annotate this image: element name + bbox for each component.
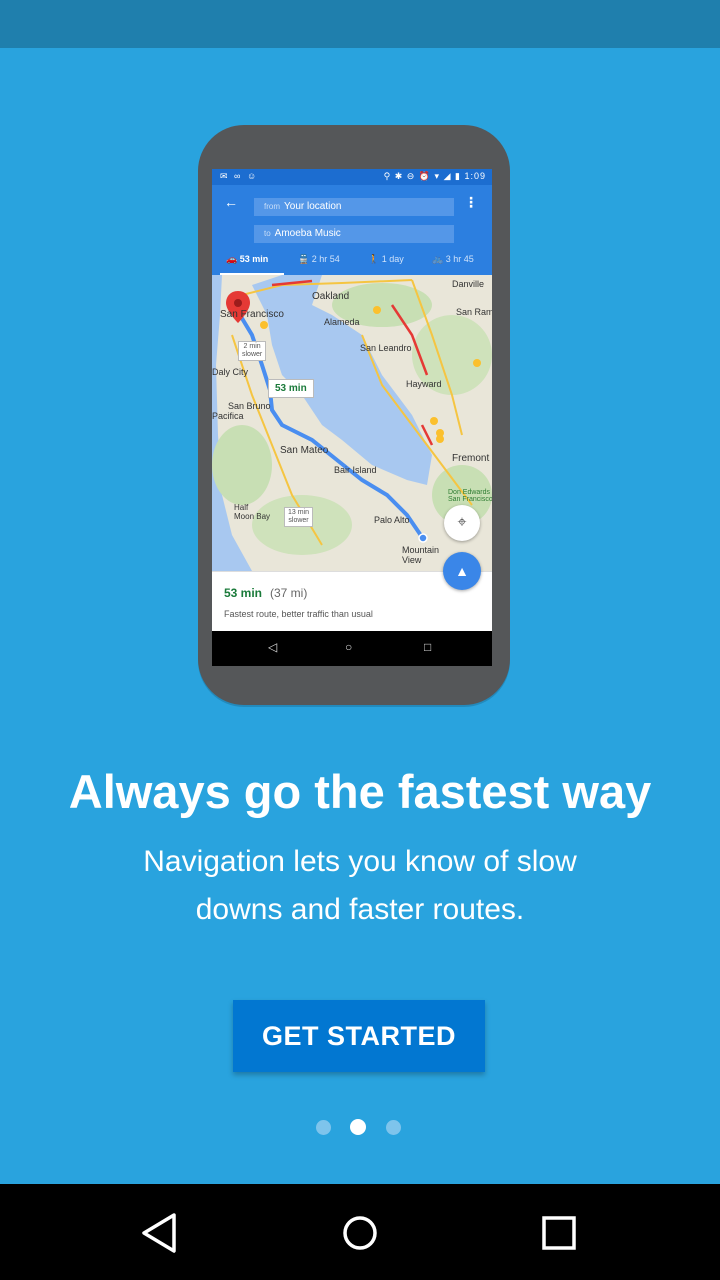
status-bar (0, 0, 720, 48)
mode-bike: 🚲 3 hr 45 (432, 254, 474, 264)
phone-nav-bar: ◁ ○ □ (212, 631, 492, 666)
navigation-arrow-icon: ▲ (443, 552, 481, 590)
map-label-alameda: Alameda (324, 317, 360, 327)
system-nav-bar (0, 1184, 720, 1280)
map-label-fremont: Fremont (452, 453, 490, 464)
notification-icons: ✉ ∞ ☺ (220, 171, 259, 181)
car-icon: 🚗 (226, 254, 238, 264)
map-label-mountain-view: Mountain View (402, 545, 440, 565)
phone-clock: 1:09 (464, 171, 486, 181)
from-prefix: from (264, 202, 280, 211)
recents-icon[interactable] (537, 1211, 581, 1255)
to-value: Amoeba Music (274, 228, 341, 239)
map-label-daly-city: Daly City (212, 367, 249, 377)
page-subtitle: Navigation lets you know of slow downs a… (143, 845, 577, 926)
phone-back-icon: ◁ (268, 640, 278, 654)
page-title: Always go the fastest way (68, 765, 652, 818)
map-label-pacifica: Pacifica (212, 411, 244, 421)
map-label-bair-island: Bair Island (334, 465, 377, 475)
directions-header: ← from Your location to Amoeba Music ⋮ (212, 185, 492, 245)
page-dot-active[interactable] (350, 1119, 366, 1135)
mode-transit: 🚆 2 hr 54 (298, 254, 340, 264)
traffic-delay-tag: 2 min slower (238, 341, 267, 361)
map-label-san-ramon: San Ramon (456, 307, 492, 317)
bike-icon: 🚲 (432, 254, 444, 264)
traffic-delay-tag: 13 min slower (284, 507, 314, 527)
phone-status-bar: ✉ ∞ ☺ ⚲ ✱ ⊖ ⏰ ▾ ◢ ▮ 1:09 (212, 169, 492, 185)
mode-walk: 🚶 1 day (368, 254, 404, 264)
summary-time: 53 min (224, 586, 263, 600)
mode-drive: 🚗 53 min (226, 254, 269, 264)
map-label-half-moon-bay: Half Moon Bay (234, 503, 271, 521)
walk-icon: 🚶 (368, 254, 380, 264)
get-started-button[interactable]: GET STARTED (233, 1000, 485, 1072)
to-field: to Amoeba Music (254, 225, 454, 243)
map-label-don-edwards: Don Edwards San Francisco (448, 489, 492, 503)
route-time-tag: 53 min (268, 379, 314, 398)
my-location-icon: ⌖ (444, 505, 480, 541)
page-dot[interactable] (316, 1120, 331, 1135)
phone-illustration: ✉ ∞ ☺ ⚲ ✱ ⊖ ⏰ ▾ ◢ ▮ 1:09 ← from Your loca… (198, 125, 510, 705)
map-view: Oakland Danville San Francisco Alameda S… (212, 275, 492, 571)
phone-screen: ✉ ∞ ☺ ⚲ ✱ ⊖ ⏰ ▾ ◢ ▮ 1:09 ← from Your loca… (212, 169, 492, 666)
back-icon[interactable] (138, 1211, 182, 1255)
phone-recents-icon: □ (424, 640, 432, 654)
map-label-danville: Danville (452, 279, 485, 289)
back-arrow-icon: ← (224, 194, 238, 210)
home-icon[interactable] (338, 1211, 382, 1255)
map-label-san-bruno: San Bruno (228, 401, 271, 411)
train-icon: 🚆 (298, 254, 310, 264)
map-label-hayward: Hayward (406, 379, 442, 389)
system-icons: ⚲ ✱ ⊖ ⏰ ▾ ◢ ▮ (383, 171, 461, 181)
phone-home-icon: ○ (345, 640, 353, 654)
page-dot[interactable] (386, 1120, 401, 1135)
map-label-san-mateo: San Mateo (280, 445, 329, 456)
travel-modes: 🚗 53 min 🚆 2 hr 54 🚶 1 day 🚲 3 hr 45 (212, 245, 492, 275)
map-label-san-leandro: San Leandro (360, 343, 412, 353)
map-label-oakland: Oakland (312, 291, 350, 302)
page-indicator (0, 1119, 720, 1137)
to-prefix: to (264, 229, 271, 238)
map-label-palo-alto: Palo Alto (374, 515, 410, 525)
more-vert-icon: ⋮ (464, 194, 478, 210)
map-label-san-francisco: San Francisco (220, 309, 284, 320)
from-field: from Your location (254, 198, 454, 216)
from-value: Your location (284, 201, 342, 212)
summary-distance: (37 mi) (270, 586, 308, 600)
summary-description: Fastest route, better traffic than usual (224, 609, 373, 619)
